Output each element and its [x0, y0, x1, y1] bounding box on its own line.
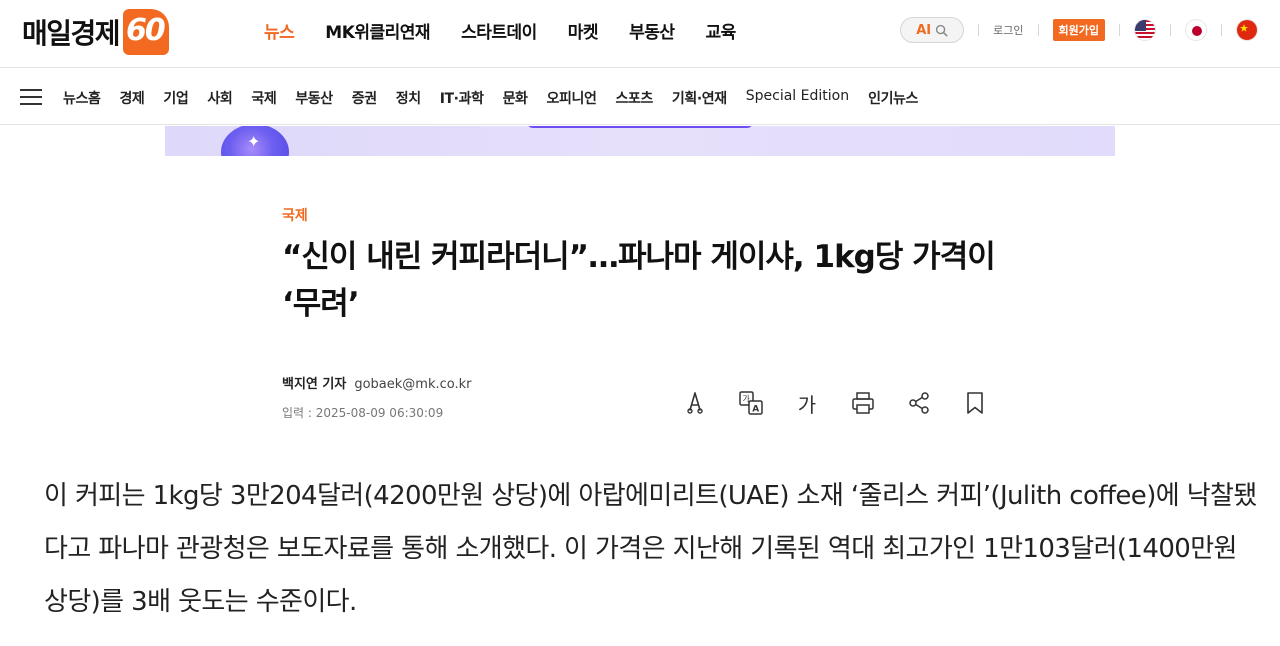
section-nav-realestate[interactable]: 부동산 — [295, 88, 333, 108]
svg-text:가: 가 — [743, 395, 751, 404]
section-nav-special-edition[interactable]: Special Edition — [746, 88, 849, 108]
menu-icon[interactable] — [20, 89, 42, 105]
divider — [978, 24, 980, 36]
section-bar: 뉴스홈 경제 기업 사회 국제 부동산 증권 정치 IT·과학 문화 오피니언 … — [0, 69, 1280, 125]
section-nav-sports[interactable]: 스포츠 — [615, 88, 653, 108]
utility-bar: AI 로그인 회원가입 — [900, 17, 1258, 43]
divider — [1037, 24, 1039, 36]
section-nav: 뉴스홈 경제 기업 사회 국제 부동산 증권 정치 IT·과학 문화 오피니언 … — [63, 88, 918, 108]
section-nav-it-science[interactable]: IT·과학 — [440, 88, 484, 108]
logo-badge-text: 60 — [126, 13, 166, 48]
section-nav-society[interactable]: 사회 — [207, 88, 232, 108]
author-email[interactable]: gobaek@mk.co.kr — [354, 377, 471, 392]
main-nav: 뉴스 MK위클리연재 스타트데이 마켓 부동산 교육 — [264, 18, 736, 43]
bookmark-icon[interactable] — [960, 388, 990, 418]
article-category[interactable]: 국제 — [282, 205, 308, 225]
article-tools: 가A 가 — [680, 388, 990, 418]
article-headline: “신이 내린 커피라더니”…파나마 게이샤, 1kg당 가격이 ‘무려’ — [282, 239, 996, 322]
banner-button-graphic — [527, 126, 753, 128]
divider — [1170, 24, 1171, 36]
font-size-glyph: 가 — [797, 392, 817, 417]
section-nav-business[interactable]: 기업 — [163, 88, 188, 108]
main-nav-mk-weekly[interactable]: MK위클리연재 — [325, 18, 430, 43]
section-nav-features[interactable]: 기획·연재 — [672, 88, 727, 108]
font-size-icon[interactable]: 가 — [792, 388, 822, 418]
search-icon — [935, 24, 948, 36]
article-body: 이 커피는 1kg당 3만204달러(4200만원 상당)에 아랍에미리트(UA… — [44, 481, 1257, 617]
main-nav-startday[interactable]: 스타트데이 — [461, 18, 537, 43]
site-logo[interactable]: 매일경제 60 — [22, 9, 170, 55]
main-nav-realestate[interactable]: 부동산 — [629, 18, 675, 43]
author-name[interactable]: 백지연 기자 — [282, 373, 346, 392]
main-nav-market[interactable]: 마켓 — [568, 18, 599, 43]
divider — [1221, 24, 1222, 36]
divider — [1119, 24, 1120, 36]
ai-search-button[interactable]: AI — [900, 17, 965, 43]
china-flag-icon[interactable] — [1236, 19, 1258, 41]
share-icon[interactable] — [904, 388, 934, 418]
section-nav-politics[interactable]: 정치 — [396, 88, 421, 108]
top-header: 매일경제 60 뉴스 MK위클리연재 스타트데이 마켓 부동산 교육 AI 로그… — [0, 0, 1280, 68]
signup-button[interactable]: 회원가입 — [1052, 19, 1105, 41]
section-nav-culture[interactable]: 문화 — [503, 88, 528, 108]
main-nav-news[interactable]: 뉴스 — [264, 18, 295, 43]
byline: 백지연 기자 gobaek@mk.co.kr — [282, 373, 471, 392]
logo-60-badge: 60 — [123, 9, 170, 55]
published-date: 입력 : 2025-08-09 06:30:09 — [282, 406, 444, 420]
section-nav-news-home[interactable]: 뉴스홈 — [63, 88, 101, 108]
svg-text:A: A — [752, 405, 759, 415]
section-nav-opinion[interactable]: 오피니언 — [547, 88, 597, 108]
japan-flag-icon[interactable] — [1185, 19, 1207, 41]
sparkle-icon: ✦ — [247, 132, 261, 151]
us-flag-icon[interactable] — [1134, 19, 1156, 41]
login-link[interactable]: 로그인 — [993, 22, 1023, 38]
section-nav-international[interactable]: 국제 — [251, 88, 276, 108]
section-nav-economy[interactable]: 경제 — [119, 88, 144, 108]
ai-label: AI — [916, 22, 932, 38]
section-nav-popular[interactable]: 인기뉴스 — [868, 88, 918, 108]
main-nav-education[interactable]: 교육 — [705, 18, 736, 43]
ai-summary-icon[interactable] — [680, 388, 710, 418]
ad-banner[interactable]: ✦ — [165, 126, 1115, 156]
translate-icon[interactable]: 가A — [736, 388, 766, 418]
logo-text: 매일경제 — [22, 17, 121, 50]
section-nav-securities[interactable]: 증권 — [352, 88, 377, 108]
print-icon[interactable] — [848, 388, 878, 418]
